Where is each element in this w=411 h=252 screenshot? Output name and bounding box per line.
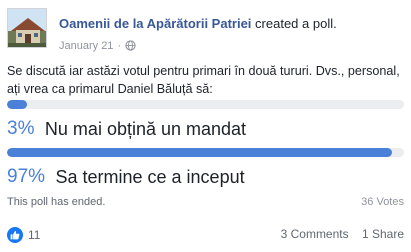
- post-header: Oamenii de la Apărătorii Patriei created…: [7, 8, 405, 52]
- post-date-link[interactable]: January 21: [59, 40, 113, 52]
- poll-option-1[interactable]: 3% Nu mai obțină un mandat: [7, 100, 404, 142]
- reaction-count: 11: [28, 228, 41, 242]
- poll-option-2[interactable]: 97% Sa termine ce a inceput: [7, 148, 404, 190]
- page-avatar[interactable]: [7, 8, 47, 48]
- meta-separator: ·: [117, 40, 122, 52]
- poll-ended-text: This poll has ended.: [7, 196, 106, 208]
- poll-question: Se discută iar astăzi votul pentru prima…: [7, 64, 400, 96]
- votes-count-link[interactable]: 36 Votes: [361, 196, 404, 208]
- author-line: Oamenii de la Apărătorii Patriei created…: [59, 16, 337, 31]
- like-icon: [7, 227, 23, 243]
- engagement-links: 3 Comments 1 Share: [281, 227, 404, 241]
- comments-count-link[interactable]: 3 Comments: [281, 227, 349, 241]
- page-avatar-image: [8, 9, 46, 47]
- reactions-summary[interactable]: 11: [7, 226, 40, 244]
- post-action-text: created a poll.: [255, 16, 337, 31]
- poll-bar-track: [7, 100, 404, 109]
- poll-bar-fill: [7, 100, 27, 109]
- poll-option-label: Nu mai obțină un mandat: [44, 118, 247, 139]
- post-footer: 11 3 Comments 1 Share: [7, 226, 404, 246]
- author-name-link[interactable]: Oamenii de la Apărătorii Patriei: [59, 16, 251, 31]
- poll-bar-fill: [7, 148, 393, 157]
- poll-bar-track: [7, 148, 404, 157]
- poll-option-percent: 97%: [7, 166, 46, 187]
- poll-option-label: Sa termine ce a inceput: [55, 166, 245, 187]
- shares-count-link[interactable]: 1 Share: [362, 227, 404, 241]
- poll-status-row: This poll has ended. 36 Votes: [7, 196, 404, 210]
- globe-icon[interactable]: [125, 40, 136, 54]
- post-meta: January 21 ·: [59, 40, 136, 54]
- poll-option-percent: 3%: [7, 118, 35, 139]
